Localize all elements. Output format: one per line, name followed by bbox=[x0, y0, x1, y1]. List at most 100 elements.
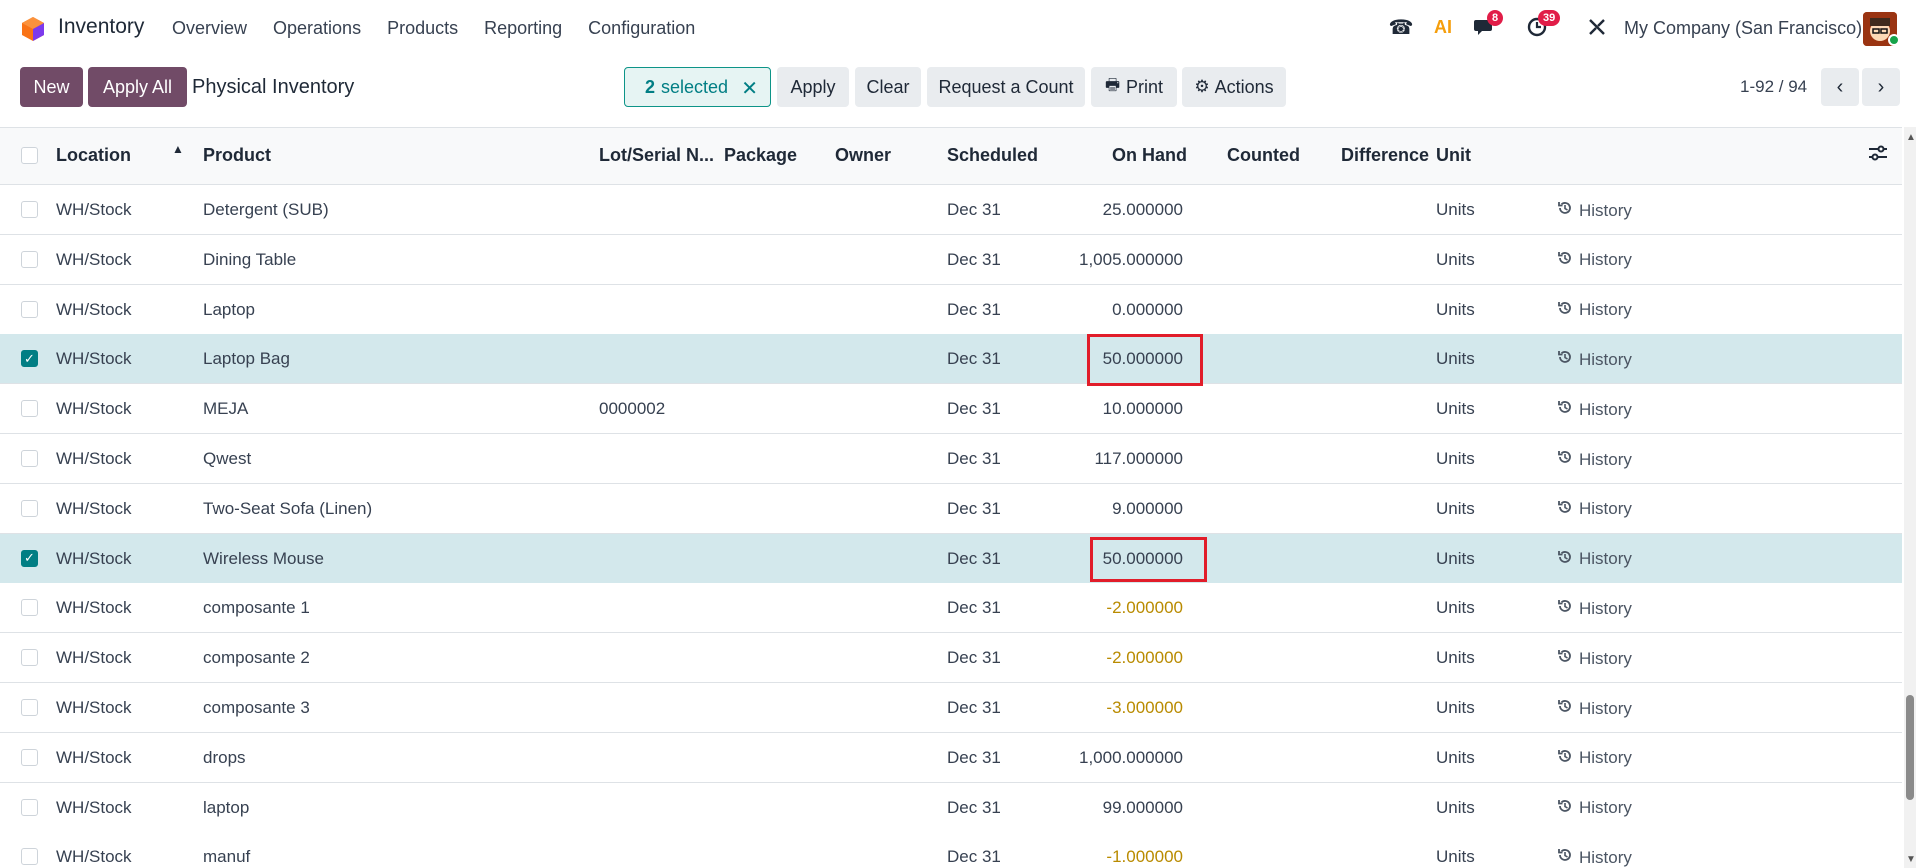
menu-reporting[interactable]: Reporting bbox=[484, 18, 562, 39]
page-title: Physical Inventory bbox=[192, 76, 355, 98]
row-checkbox[interactable]: ✓ bbox=[21, 549, 38, 567]
row-checkbox[interactable] bbox=[21, 300, 38, 318]
header-lot-serial[interactable]: Lot/Serial N... bbox=[599, 145, 714, 166]
cell-location: WH/Stock bbox=[56, 648, 132, 668]
cell-scheduled: Dec 31 bbox=[947, 747, 1001, 767]
menu-overview[interactable]: Overview bbox=[172, 18, 247, 39]
history-button[interactable]: History bbox=[1557, 798, 1632, 819]
row-checkbox[interactable] bbox=[21, 649, 38, 667]
tools-icon[interactable] bbox=[1584, 14, 1610, 40]
scrollbar-thumb[interactable] bbox=[1906, 695, 1914, 800]
header-difference[interactable]: Difference bbox=[1341, 145, 1429, 166]
table-row[interactable]: WH/Stock drops Dec 31 1,000.000000 Units Hist… bbox=[0, 732, 1902, 783]
history-button[interactable]: History bbox=[1557, 549, 1632, 570]
row-checkbox[interactable] bbox=[21, 848, 38, 866]
cell-product: Qwest bbox=[203, 449, 252, 468]
history-button[interactable]: History bbox=[1557, 300, 1632, 321]
row-checkbox[interactable] bbox=[21, 450, 38, 467]
table-row[interactable]: WH/Stock composante 1 Dec 31 -2.000000 Units… bbox=[0, 583, 1902, 634]
history-label: History bbox=[1579, 250, 1632, 270]
header-counted[interactable]: Counted bbox=[1227, 145, 1300, 166]
new-button[interactable]: New bbox=[20, 67, 83, 107]
row-checkbox[interactable] bbox=[21, 499, 38, 517]
table-row[interactable]: WH/Stock Dining Table Dec 31 1,005.000000 Un… bbox=[0, 234, 1902, 285]
cell-location: WH/Stock bbox=[56, 498, 132, 518]
table-row[interactable]: WH/Stock laptop Dec 31 99.000000 Units Histor… bbox=[0, 782, 1902, 833]
cell-product: composante 2 bbox=[203, 648, 310, 668]
table-row[interactable]: ✓ WH/Stock Laptop Bag Dec 31 50.000000 Units H… bbox=[0, 334, 1902, 385]
table-row[interactable]: WH/Stock Qwest Dec 31 117.000000 Units Histor… bbox=[0, 434, 1902, 484]
print-button[interactable]: 🖶 Print bbox=[1091, 67, 1177, 107]
messages-icon[interactable]: 8 bbox=[1472, 10, 1504, 40]
header-package[interactable]: Package bbox=[724, 145, 797, 166]
ai-icon[interactable]: AI bbox=[1430, 14, 1456, 40]
menu-operations[interactable]: Operations bbox=[273, 18, 361, 39]
table-row[interactable]: WH/Stock manuf Dec 31 -1.000000 Units History bbox=[0, 832, 1902, 868]
header-location[interactable]: Location bbox=[56, 145, 131, 166]
cell-on-hand: 0.000000 bbox=[1112, 299, 1183, 319]
table-row[interactable]: WH/Stock composante 2 Dec 31 -2.000000 Units… bbox=[0, 633, 1902, 684]
table-row[interactable]: WH/Stock composante 3 Dec 31 -3.000000 Units… bbox=[0, 683, 1902, 733]
table-row[interactable]: WH/Stock Detergent (SUB) Dec 31 25.000000 Un… bbox=[0, 185, 1902, 235]
scroll-up-arrow-icon[interactable]: ▲ bbox=[1906, 132, 1916, 143]
history-button[interactable]: History bbox=[1557, 648, 1632, 669]
pager-previous-chevron-left-icon[interactable]: ‹ bbox=[1821, 68, 1859, 106]
app-name[interactable]: Inventory bbox=[58, 15, 144, 39]
row-checkbox[interactable]: ✓ bbox=[21, 350, 38, 368]
table-row[interactable]: WH/Stock MEJA 0000002 Dec 31 10.000000 Units H… bbox=[0, 384, 1902, 435]
apply-all-button[interactable]: Apply All bbox=[88, 67, 187, 107]
history-button[interactable]: History bbox=[1557, 499, 1632, 520]
history-button[interactable]: History bbox=[1557, 748, 1632, 769]
menu-configuration[interactable]: Configuration bbox=[588, 18, 695, 39]
history-label: History bbox=[1579, 549, 1632, 569]
history-button[interactable]: History bbox=[1557, 449, 1632, 470]
clear-button[interactable]: Clear bbox=[855, 67, 921, 107]
company-switcher[interactable]: My Company (San Francisco) bbox=[1624, 18, 1862, 39]
history-button[interactable]: History bbox=[1557, 250, 1632, 271]
activities-clock-icon[interactable]: 39 bbox=[1524, 10, 1561, 40]
row-checkbox[interactable] bbox=[21, 699, 38, 716]
request-count-button[interactable]: Request a Count bbox=[927, 67, 1085, 107]
cell-unit: Units bbox=[1436, 449, 1475, 468]
history-icon bbox=[1557, 847, 1573, 868]
history-button[interactable]: History bbox=[1557, 200, 1632, 221]
cell-product: Two-Seat Sofa (Linen) bbox=[203, 498, 373, 518]
table-row[interactable]: WH/Stock Two-Seat Sofa (Linen) Dec 31 9.000… bbox=[0, 483, 1902, 534]
cell-location: WH/Stock bbox=[56, 449, 132, 468]
history-button[interactable]: History bbox=[1557, 349, 1632, 370]
header-on-hand[interactable]: On Hand bbox=[1112, 145, 1187, 166]
phone-icon[interactable]: ☎ bbox=[1388, 14, 1414, 40]
history-icon bbox=[1557, 798, 1573, 819]
select-all-checkbox[interactable] bbox=[21, 147, 38, 164]
table-row[interactable]: WH/Stock Laptop Dec 31 0.000000 Units History bbox=[0, 284, 1902, 335]
actions-button[interactable]: ⚙ Actions bbox=[1182, 67, 1286, 107]
header-owner[interactable]: Owner bbox=[835, 145, 891, 166]
apply-button[interactable]: Apply bbox=[777, 67, 849, 107]
optional-columns-settings-icon[interactable] bbox=[1868, 144, 1888, 167]
row-checkbox[interactable] bbox=[21, 798, 38, 816]
row-checkbox[interactable] bbox=[21, 599, 38, 617]
history-button[interactable]: History bbox=[1557, 598, 1632, 619]
table-header: Location ▲ Product Lot/Serial N... Packa… bbox=[0, 127, 1902, 185]
pager-value[interactable]: 1-92 / 94 bbox=[1740, 77, 1807, 97]
row-checkbox[interactable] bbox=[21, 201, 38, 218]
cell-unit: Units bbox=[1436, 598, 1475, 618]
header-unit[interactable]: Unit bbox=[1436, 145, 1471, 166]
scroll-down-arrow-icon[interactable]: ▼ bbox=[1906, 854, 1916, 865]
cell-product: composante 1 bbox=[203, 598, 310, 618]
history-button[interactable]: History bbox=[1557, 847, 1632, 868]
row-checkbox[interactable] bbox=[21, 400, 38, 418]
cell-location: WH/Stock bbox=[56, 299, 132, 319]
table-row[interactable]: ✓ WH/Stock Wireless Mouse Dec 31 50.000000 Un… bbox=[0, 533, 1902, 584]
unselect-all-close-icon[interactable]: ✕ bbox=[741, 76, 758, 101]
row-checkbox[interactable] bbox=[21, 748, 38, 766]
inventory-app-logo-icon[interactable] bbox=[20, 16, 46, 42]
row-checkbox[interactable] bbox=[21, 250, 38, 268]
header-scheduled[interactable]: Scheduled bbox=[947, 145, 1038, 166]
history-button[interactable]: History bbox=[1557, 399, 1632, 420]
pager-next-chevron-right-icon[interactable]: › bbox=[1862, 68, 1900, 106]
cell-unit: Units bbox=[1436, 349, 1475, 369]
menu-products[interactable]: Products bbox=[387, 18, 458, 39]
history-button[interactable]: History bbox=[1557, 698, 1632, 719]
header-product[interactable]: Product bbox=[203, 145, 271, 166]
